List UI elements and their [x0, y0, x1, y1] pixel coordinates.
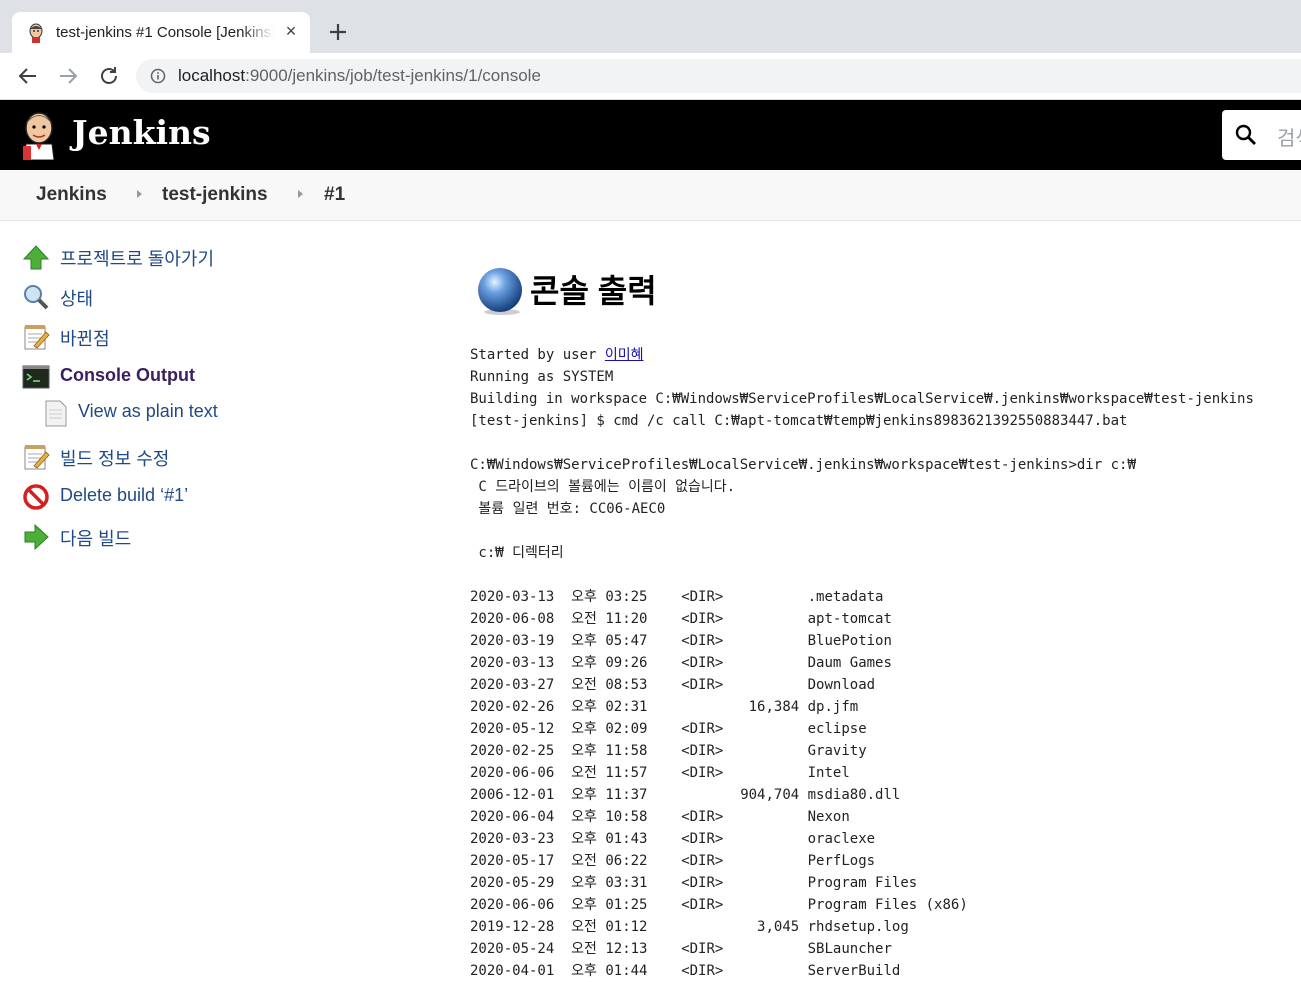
no-entry-icon — [23, 484, 49, 510]
task-label: 상태 — [60, 289, 94, 309]
jenkins-logo-icon[interactable] — [20, 110, 58, 160]
console-line: 2020-03-23 오후 01:43 <DIR> oraclexe — [470, 831, 876, 847]
console-line: 2020-04-01 오후 01:44 <DIR> ServerBuild — [470, 963, 901, 979]
console-line: [test-jenkins] $ cmd /c call C:₩apt-tomc… — [470, 413, 1128, 429]
terminal-icon — [22, 365, 50, 389]
search-box[interactable]: 검색 — [1222, 110, 1301, 160]
page-title: 콘솔 출력 — [530, 273, 657, 309]
console-line: 2020-06-08 오전 11:20 <DIR> apt-tomcat — [470, 611, 892, 627]
up-arrow-icon — [22, 245, 50, 270]
console-line: Started by user 이미혜 — [470, 347, 644, 363]
jenkins-title[interactable]: Jenkins — [72, 113, 211, 152]
notepad-icon — [24, 325, 50, 350]
task-label: 프로젝트로 돌아가기 — [60, 249, 215, 269]
console-line: 2020-05-24 오전 12:13 <DIR> SBLauncher — [470, 941, 892, 957]
browser-tab-strip: test-jenkins #1 Console [Jenkins] × — [0, 0, 1301, 53]
console-line: 2020-02-26 오후 02:31 16,384 dp.jfm — [470, 699, 859, 715]
console-output: Started by user 이미혜 Running as SYSTEM Buil… — [470, 344, 1254, 982]
side-panel: 프로젝트로 돌아가기 상태 바뀐점 Console Output View as… — [0, 221, 440, 969]
tab-title: test-jenkins #1 Console [Jenkins] — [56, 24, 274, 41]
task-label: 바뀐점 — [60, 329, 110, 349]
console-line: 2019-12-28 오전 01:12 3,045 rhdsetup.log — [470, 919, 909, 935]
console-line: Running as SYSTEM — [470, 369, 614, 385]
forward-icon[interactable] — [57, 65, 79, 87]
breadcrumb-separator-icon[interactable] — [298, 190, 303, 198]
console-lines: Running as SYSTEM Building in workspace C… — [470, 366, 1254, 982]
breadcrumb-separator-icon[interactable] — [137, 190, 142, 198]
url-text[interactable]: localhost:9000/jenkins/job/test-jenkins/… — [178, 66, 541, 86]
task-label: 다음 빌드 — [60, 529, 132, 549]
breadcrumb-jenkins[interactable]: Jenkins — [36, 184, 107, 206]
console-line: 2020-05-12 오후 02:09 <DIR> eclipse — [470, 721, 867, 737]
back-icon[interactable] — [17, 65, 39, 87]
console-line: 2006-12-01 오후 11:37 904,704 msdia80.dll — [470, 787, 901, 803]
breadcrumb-build[interactable]: #1 — [324, 184, 345, 206]
console-line: Building in workspace C:₩Windows₩Service… — [470, 391, 1254, 407]
breadcrumb: Jenkins test-jenkins #1 — [0, 170, 1301, 221]
console-line: c:₩ 디렉터리 — [470, 545, 564, 561]
search-placeholder: 검색 — [1277, 128, 1301, 150]
task-label: 빌드 정보 수정 — [60, 449, 170, 469]
right-arrow-icon — [24, 523, 49, 551]
console-line: 2020-05-29 오후 03:31 <DIR> Program Files — [470, 875, 918, 891]
console-line: 2020-06-06 오후 01:25 <DIR> Program Files … — [470, 897, 968, 913]
console-line: 2020-03-19 오후 05:47 <DIR> BluePotion — [470, 633, 892, 649]
browser-toolbar: localhost:9000/jenkins/job/test-jenkins/… — [0, 53, 1301, 100]
console-line: 2020-03-13 오후 03:25 <DIR> .metadata — [470, 589, 884, 605]
reload-icon[interactable] — [98, 65, 120, 87]
console-line: 2020-03-13 오후 09:26 <DIR> Daum Games — [470, 655, 892, 671]
console-line: 2020-05-17 오전 06:22 <DIR> PerfLogs — [470, 853, 876, 869]
console-line: 볼륨 일련 번호: CC06-AEC0 — [470, 501, 666, 517]
browser-tab[interactable]: test-jenkins #1 Console [Jenkins] × — [12, 12, 310, 53]
console-line: 2020-03-27 오전 08:53 <DIR> Download — [470, 677, 876, 693]
tab-close-icon[interactable]: × — [282, 22, 300, 40]
notepad-icon — [24, 445, 50, 470]
console-line: C 드라이브의 볼륨에는 이름이 없습니다. — [470, 479, 736, 495]
console-ball-icon — [478, 268, 522, 315]
console-line: 2020-02-25 오후 11:58 <DIR> Gravity — [470, 743, 867, 759]
task-label: View as plain text — [78, 401, 218, 421]
console-line: 2020-06-06 오전 11:57 <DIR> Intel — [470, 765, 850, 781]
task-label: Delete build ‘#1’ — [60, 485, 189, 505]
task-label: Console Output — [60, 365, 195, 385]
document-icon — [45, 400, 67, 427]
info-icon[interactable] — [150, 68, 166, 84]
jenkins-header: Jenkins 검색 — [0, 100, 1301, 170]
new-tab-icon[interactable] — [326, 20, 350, 44]
search-icon — [1235, 124, 1256, 145]
user-link[interactable]: 이미혜 — [605, 347, 644, 363]
console-line: C:₩Windows₩ServiceProfiles₩LocalService₩… — [470, 457, 1136, 473]
breadcrumb-job[interactable]: test-jenkins — [162, 184, 268, 206]
magnifier-icon — [24, 285, 49, 310]
console-line: 2020-06-04 오후 10:58 <DIR> Nexon — [470, 809, 850, 825]
jenkins-favicon-icon — [29, 23, 43, 43]
address-bar[interactable]: localhost:9000/jenkins/job/test-jenkins/… — [136, 59, 1301, 93]
